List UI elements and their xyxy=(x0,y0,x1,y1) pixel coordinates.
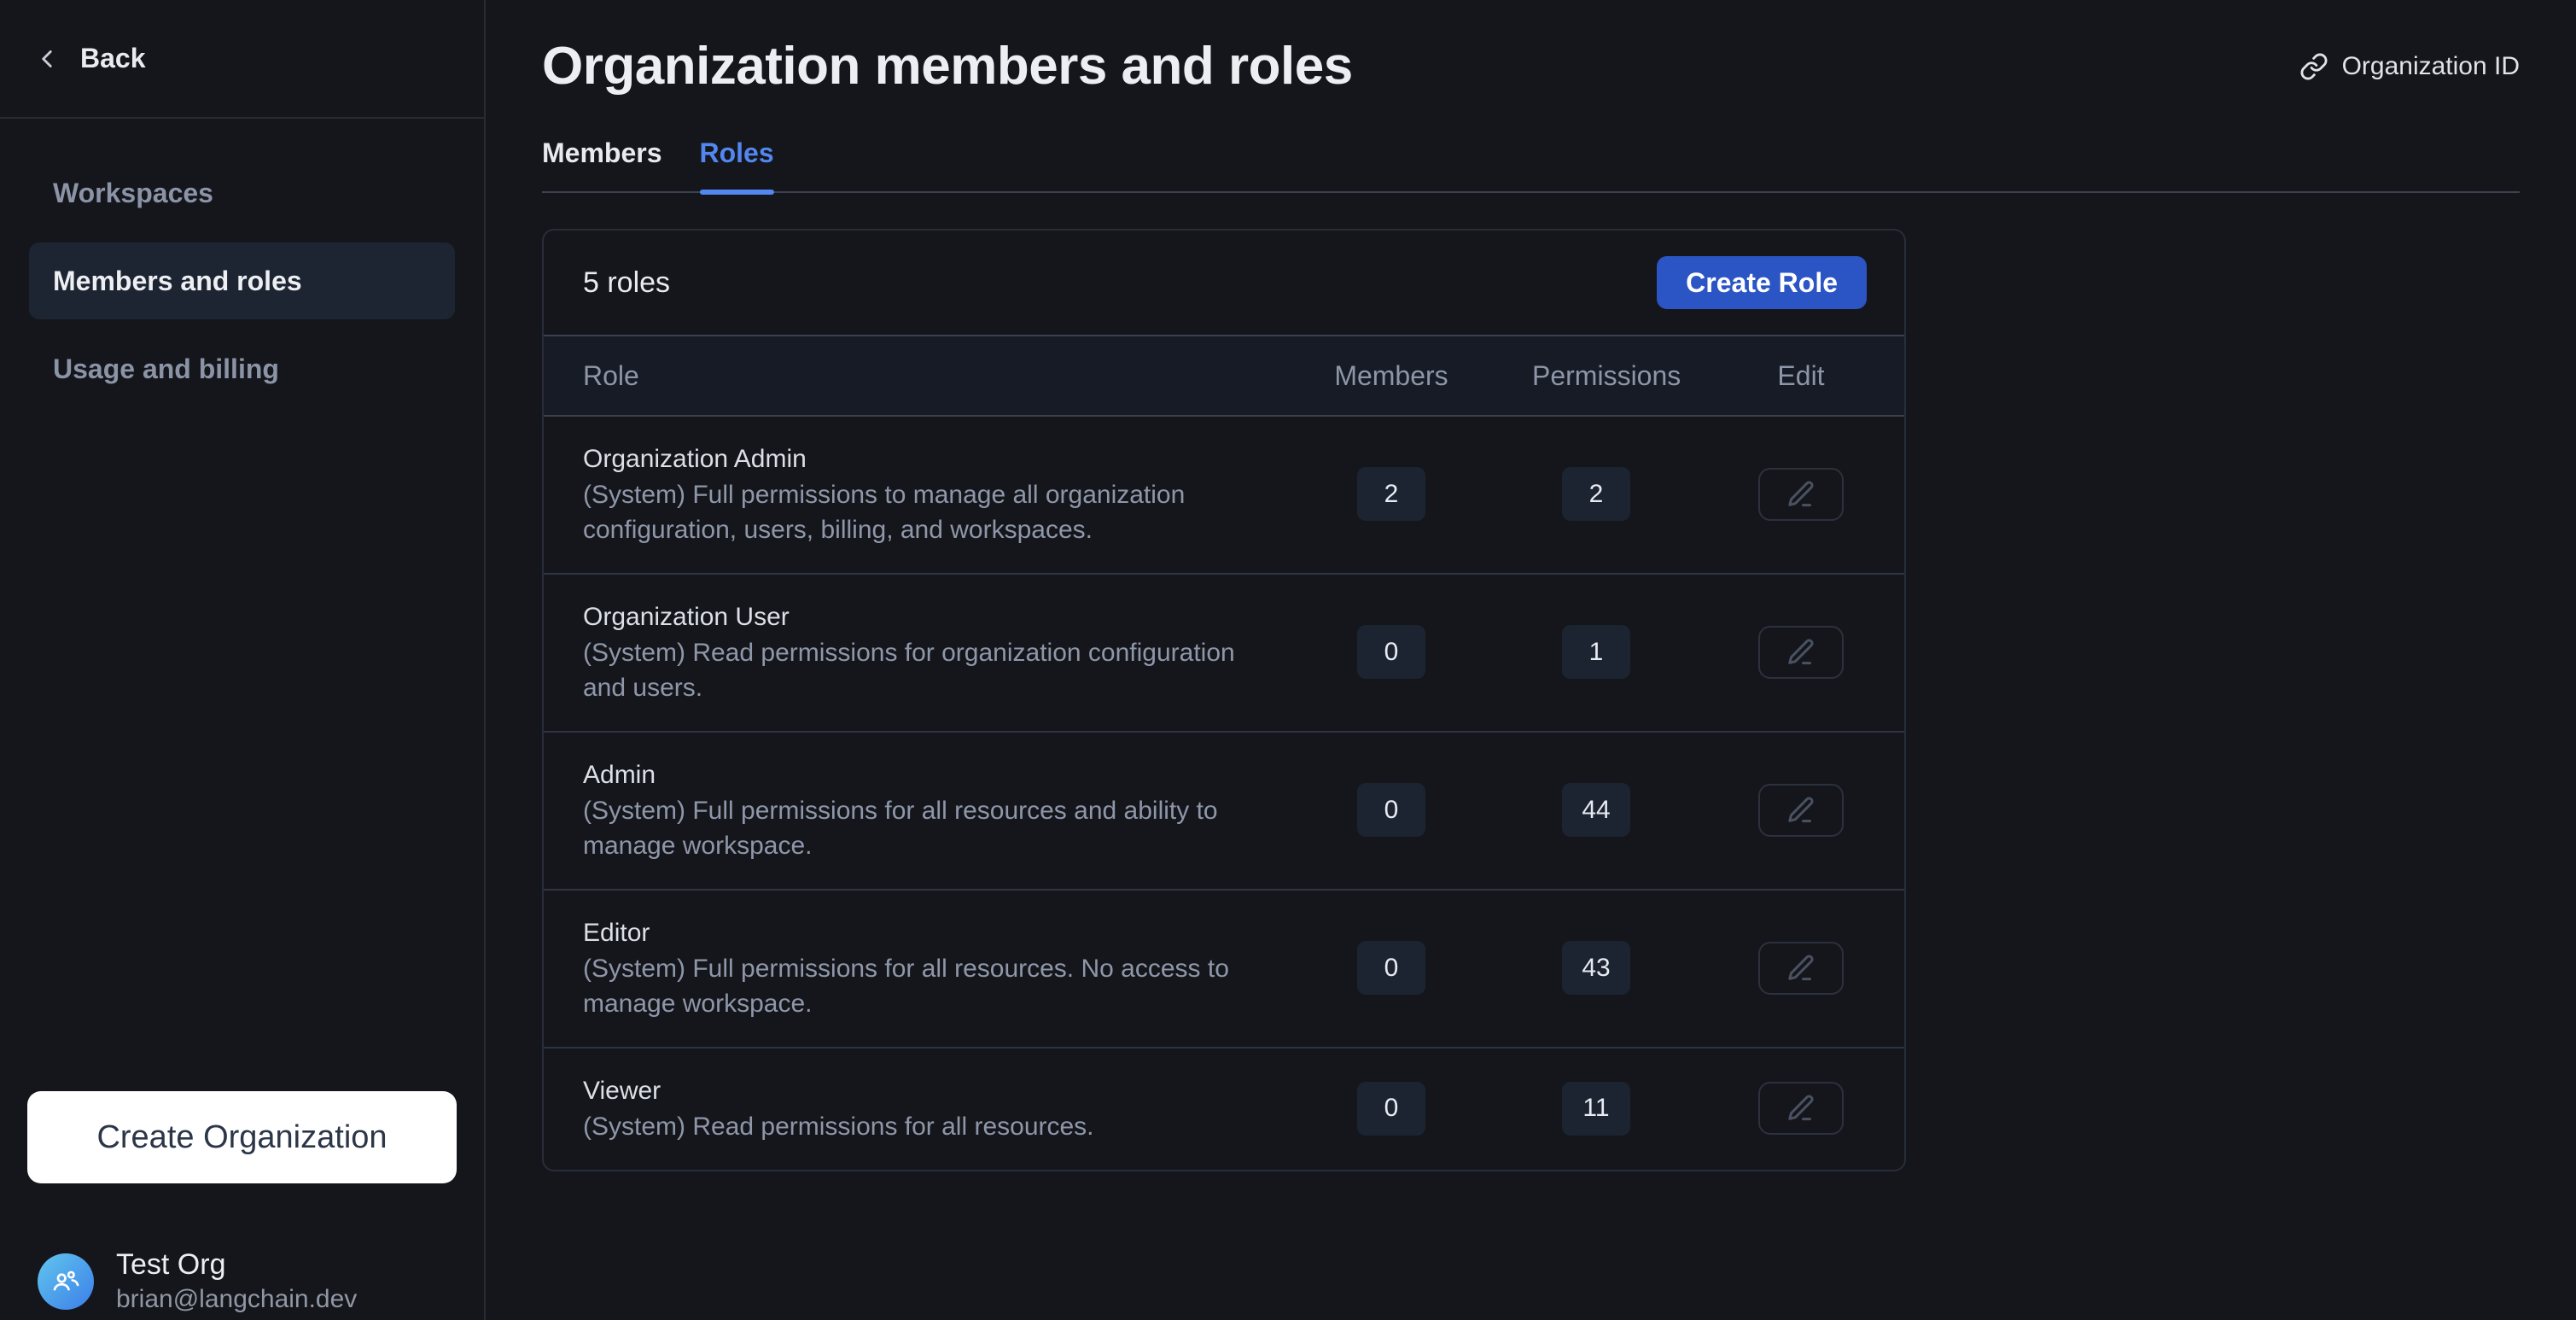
organization-avatar xyxy=(38,1253,94,1310)
back-button[interactable]: Back xyxy=(0,0,484,119)
pencil-icon xyxy=(1784,1091,1818,1125)
table-row: Organization Admin (System) Full permiss… xyxy=(544,417,1904,575)
role-name: Organization User xyxy=(583,599,1250,635)
organization-id-button[interactable]: Organization ID xyxy=(2299,52,2520,81)
permissions-count-badge: 44 xyxy=(1562,783,1630,837)
chevron-left-icon xyxy=(32,44,61,73)
role-name: Admin xyxy=(583,756,1250,793)
page-title: Organization members and roles xyxy=(542,36,1353,96)
role-name: Editor xyxy=(583,914,1250,951)
role-description: (System) Read permissions for all resour… xyxy=(583,1109,1250,1144)
organization-name: Test Org xyxy=(116,1247,357,1282)
create-organization-button[interactable]: Create Organization xyxy=(27,1091,457,1183)
sidebar-footer: Create Organization Test Org brian@langc… xyxy=(0,1091,484,1320)
table-row: Organization User (System) Read permissi… xyxy=(544,575,1904,733)
pencil-icon xyxy=(1784,951,1818,985)
column-header-edit: Edit xyxy=(1737,360,1865,392)
role-cell: Viewer (System) Read permissions for all… xyxy=(583,1072,1250,1144)
table-row: Admin (System) Full permissions for all … xyxy=(544,733,1904,891)
sidebar: Back Workspaces Members and roles Usage … xyxy=(0,0,486,1320)
roles-panel-header: 5 roles Create Role xyxy=(544,231,1904,335)
members-count-badge: 0 xyxy=(1357,783,1425,837)
permissions-count-badge: 43 xyxy=(1562,941,1630,995)
role-description: (System) Full permissions for all resour… xyxy=(583,793,1250,863)
permissions-count-badge: 2 xyxy=(1562,467,1630,521)
sidebar-item-label: Members and roles xyxy=(53,266,302,297)
pencil-icon xyxy=(1784,477,1818,511)
sidebar-item-members-and-roles[interactable]: Members and roles xyxy=(29,242,455,319)
members-count-badge: 2 xyxy=(1357,467,1425,521)
pencil-icon xyxy=(1784,793,1818,827)
roles-panel: 5 roles Create Role Role Members Permiss… xyxy=(542,229,1906,1171)
edit-role-button[interactable] xyxy=(1758,626,1844,679)
role-cell: Admin (System) Full permissions for all … xyxy=(583,756,1250,863)
edit-role-button[interactable] xyxy=(1758,468,1844,521)
organization-email: brian@langchain.dev xyxy=(116,1282,357,1317)
main-content: Organization members and roles Organizat… xyxy=(486,0,2576,1320)
edit-role-button[interactable] xyxy=(1758,1082,1844,1135)
sidebar-item-workspaces[interactable]: Workspaces xyxy=(29,155,455,231)
table-row: Viewer (System) Read permissions for all… xyxy=(544,1048,1904,1170)
role-cell: Organization User (System) Read permissi… xyxy=(583,599,1250,705)
members-count-badge: 0 xyxy=(1357,1082,1425,1136)
role-name: Organization Admin xyxy=(583,441,1250,477)
tab-members[interactable]: Members xyxy=(542,137,662,191)
role-name: Viewer xyxy=(583,1072,1250,1109)
page-header: Organization members and roles Organizat… xyxy=(542,36,2520,96)
sidebar-item-usage-and-billing[interactable]: Usage and billing xyxy=(29,330,455,407)
tab-bar: Members Roles xyxy=(542,137,2520,193)
roles-table-header: Role Members Permissions Edit xyxy=(544,335,1904,417)
pencil-icon xyxy=(1784,635,1818,669)
sidebar-nav: Workspaces Members and roles Usage and b… xyxy=(0,119,484,1091)
column-header-permissions: Permissions xyxy=(1532,360,1660,392)
permissions-count-badge: 1 xyxy=(1562,625,1630,679)
permissions-count-badge: 11 xyxy=(1562,1082,1630,1136)
column-header-members: Members xyxy=(1327,360,1455,392)
members-count-badge: 0 xyxy=(1357,941,1425,995)
create-role-button[interactable]: Create Role xyxy=(1657,256,1867,309)
column-header-role: Role xyxy=(583,360,1250,392)
organization-switcher[interactable]: Test Org brian@langchain.dev xyxy=(27,1247,457,1317)
tab-roles[interactable]: Roles xyxy=(700,137,774,191)
role-cell: Editor (System) Full permissions for all… xyxy=(583,914,1250,1021)
sidebar-item-label: Usage and billing xyxy=(53,353,279,385)
organization-id-label: Organization ID xyxy=(2342,52,2520,81)
roles-count: 5 roles xyxy=(583,266,670,300)
link-icon xyxy=(2299,52,2328,81)
table-row: Editor (System) Full permissions for all… xyxy=(544,891,1904,1048)
sidebar-item-label: Workspaces xyxy=(53,178,213,209)
role-description: (System) Full permissions to manage all … xyxy=(583,477,1250,547)
role-description: (System) Read permissions for organizati… xyxy=(583,635,1250,705)
members-count-badge: 0 xyxy=(1357,625,1425,679)
role-cell: Organization Admin (System) Full permiss… xyxy=(583,441,1250,547)
back-label: Back xyxy=(80,43,146,74)
role-description: (System) Full permissions for all resour… xyxy=(583,951,1250,1021)
edit-role-button[interactable] xyxy=(1758,942,1844,995)
edit-role-button[interactable] xyxy=(1758,784,1844,837)
people-icon xyxy=(50,1265,82,1298)
